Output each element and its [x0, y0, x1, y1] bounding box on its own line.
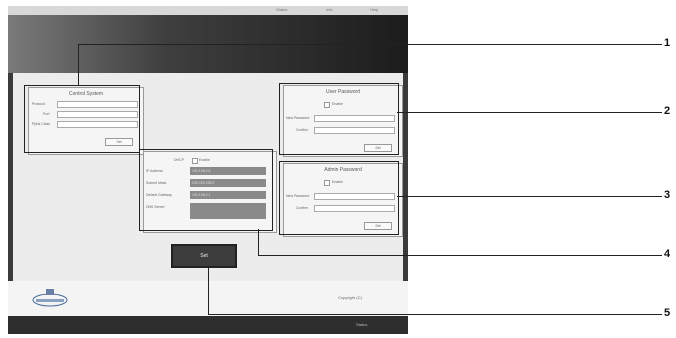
- callout-box-4: [139, 149, 273, 231]
- callout-number-4: 4: [664, 248, 671, 260]
- menu-item-status[interactable]: Status: [276, 7, 287, 12]
- manufacturer-logo-icon: [32, 289, 68, 307]
- top-menu-bar: Status Info Help: [8, 6, 408, 15]
- callout-number-1: 1: [664, 37, 671, 49]
- leader-line-1h: [78, 44, 662, 45]
- menu-item-help[interactable]: Help: [370, 7, 378, 12]
- leader-line-4v: [258, 229, 259, 255]
- callout-box-5: [171, 244, 237, 268]
- status-bar: Status: [8, 316, 408, 334]
- callout-box-2: [279, 83, 399, 155]
- callout-number-3: 3: [664, 189, 671, 201]
- callout-number-5: 5: [664, 307, 671, 319]
- callout-box-1: [24, 85, 140, 153]
- menu-item-info[interactable]: Info: [326, 7, 333, 12]
- leader-line-5h: [208, 314, 662, 315]
- leader-line-1v: [78, 44, 79, 85]
- callout-number-2: 2: [664, 105, 671, 117]
- status-bar-text: Status: [356, 322, 368, 327]
- leader-line-4h: [258, 255, 662, 256]
- callout-box-3: [279, 161, 399, 235]
- leader-line-2: [397, 112, 662, 113]
- footer-copyright: Copyright (C): [338, 295, 362, 300]
- leader-line-3: [397, 196, 662, 197]
- leader-line-5v: [208, 266, 209, 314]
